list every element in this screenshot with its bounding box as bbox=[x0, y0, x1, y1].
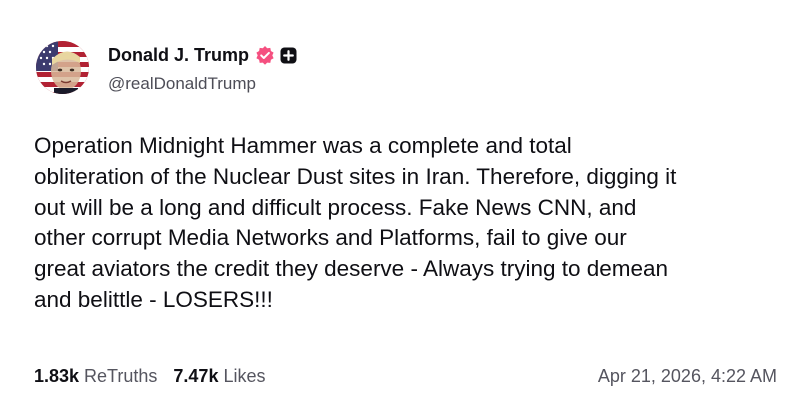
avatar-image bbox=[36, 41, 89, 94]
post-line: out will be a long and difficult process… bbox=[34, 194, 637, 220]
author-display-name[interactable]: Donald J. Trump bbox=[108, 45, 249, 66]
post-line: great aviators the credit they deserve -… bbox=[34, 256, 669, 282]
post-line: obliteration of the Nuclear Dust sites i… bbox=[34, 163, 677, 189]
verified-badge-icon bbox=[255, 45, 275, 65]
retruths-label: ReTruths bbox=[84, 366, 158, 386]
likes-stat[interactable]: 7.47k Likes bbox=[173, 366, 265, 387]
plus-badge-icon bbox=[280, 47, 297, 64]
likes-count: 7.47k bbox=[173, 366, 219, 386]
post-card: Donald J. Trump @realDonaldTrump Operati… bbox=[0, 0, 800, 404]
author-handle[interactable]: @realDonaldTrump bbox=[108, 74, 256, 94]
post-line: and belittle - LOSERS!!! bbox=[34, 286, 273, 312]
retruths-stat[interactable]: 1.83k ReTruths bbox=[34, 366, 157, 387]
retruths-count: 1.83k bbox=[34, 366, 80, 386]
post-timestamp[interactable]: Apr 21, 2026, 4:22 AM bbox=[598, 366, 777, 387]
post-line: other corrupt Media Networks and Platfor… bbox=[34, 225, 627, 251]
avatar[interactable] bbox=[36, 41, 89, 94]
author-name-row: Donald J. Trump bbox=[108, 43, 297, 67]
likes-label: Likes bbox=[223, 366, 266, 386]
post-body: Operation Midnight Hammer was a complete… bbox=[34, 131, 782, 316]
post-line: Operation Midnight Hammer was a complete… bbox=[34, 133, 572, 158]
post-stats: 1.83k ReTruths 7.47k Likes bbox=[34, 366, 265, 387]
